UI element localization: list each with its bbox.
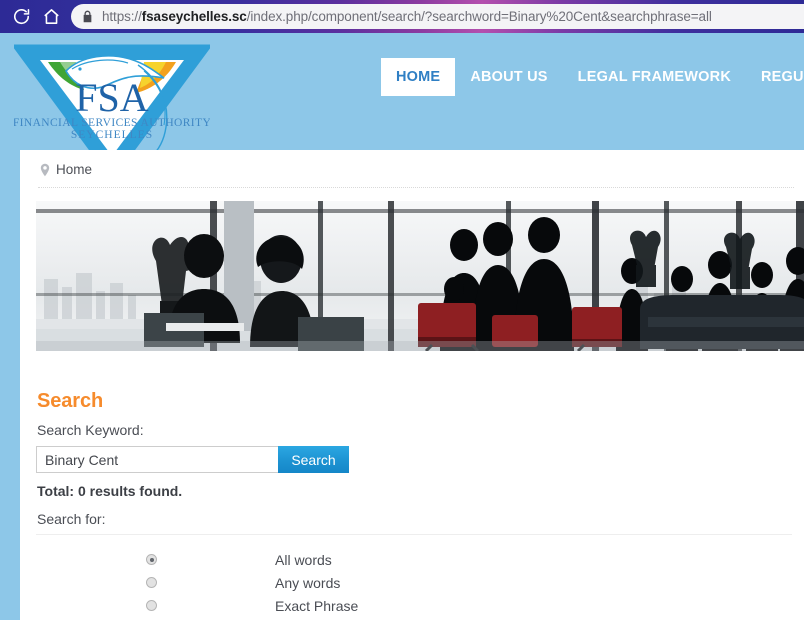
url-bar[interactable]: https://fsaseychelles.sc/index.php/compo… <box>71 4 804 29</box>
radio-any-words[interactable] <box>146 577 157 588</box>
nav-item-home[interactable]: HOME <box>381 58 456 96</box>
svg-text:FINANCIAL SERVICES AUTHORITY: FINANCIAL SERVICES AUTHORITY <box>14 117 210 129</box>
page-title: Search <box>37 390 104 412</box>
results-total: Total: 0 results found. <box>37 483 183 499</box>
search-keyword-label: Search Keyword: <box>37 422 144 438</box>
breadcrumb-separator <box>38 187 794 188</box>
nav-item-legal-framework[interactable]: LEGAL FRAMEWORK <box>563 58 746 96</box>
radio-exact-phrase[interactable] <box>146 600 157 611</box>
radio-row-exact-phrase[interactable]: Exact Phrase <box>20 594 804 617</box>
url-text: https://fsaseychelles.sc/index.php/compo… <box>102 9 712 24</box>
radio-label-all-words: All words <box>275 551 332 568</box>
svg-text:FSA: FSA <box>75 75 148 120</box>
search-input[interactable] <box>36 446 278 473</box>
nav-item-regulated-entities[interactable]: REGULATED ENTITIE <box>746 58 804 96</box>
radio-all-words[interactable] <box>146 554 157 565</box>
reload-icon[interactable] <box>6 2 36 32</box>
search-for-rule <box>36 534 792 535</box>
search-for-label: Search for: <box>37 511 106 527</box>
location-pin-icon <box>40 163 50 177</box>
main-navigation[interactable]: HOME ABOUT US LEGAL FRAMEWORK REGULATED … <box>381 58 804 96</box>
breadcrumb-label: Home <box>56 162 93 177</box>
site-header: FSA FINANCIAL SERVICES AUTHORITY SEYCHEL… <box>0 33 804 176</box>
search-button[interactable]: Search <box>278 446 349 473</box>
lock-icon <box>82 10 93 23</box>
nav-item-about-us[interactable]: ABOUT US <box>455 58 562 96</box>
radio-row-any-words[interactable]: Any words <box>20 571 804 594</box>
search-form: Search <box>36 446 349 473</box>
radio-label-exact-phrase: Exact Phrase <box>275 597 359 614</box>
content-panel: Home Search Search Keyword: Binary Cent … <box>20 150 804 620</box>
office-meeting-banner <box>36 201 804 351</box>
radio-label-any-words: Any words <box>275 574 341 591</box>
breadcrumb[interactable]: Home <box>40 162 92 177</box>
home-icon[interactable] <box>36 2 66 32</box>
radio-row-all-words[interactable]: All words <box>20 548 804 571</box>
svg-text:SEYCHELLES: SEYCHELLES <box>71 129 153 141</box>
browser-chrome: https://fsaseychelles.sc/index.php/compo… <box>0 0 804 33</box>
search-phrase-options: All words Any words Exact Phrase <box>20 548 804 617</box>
